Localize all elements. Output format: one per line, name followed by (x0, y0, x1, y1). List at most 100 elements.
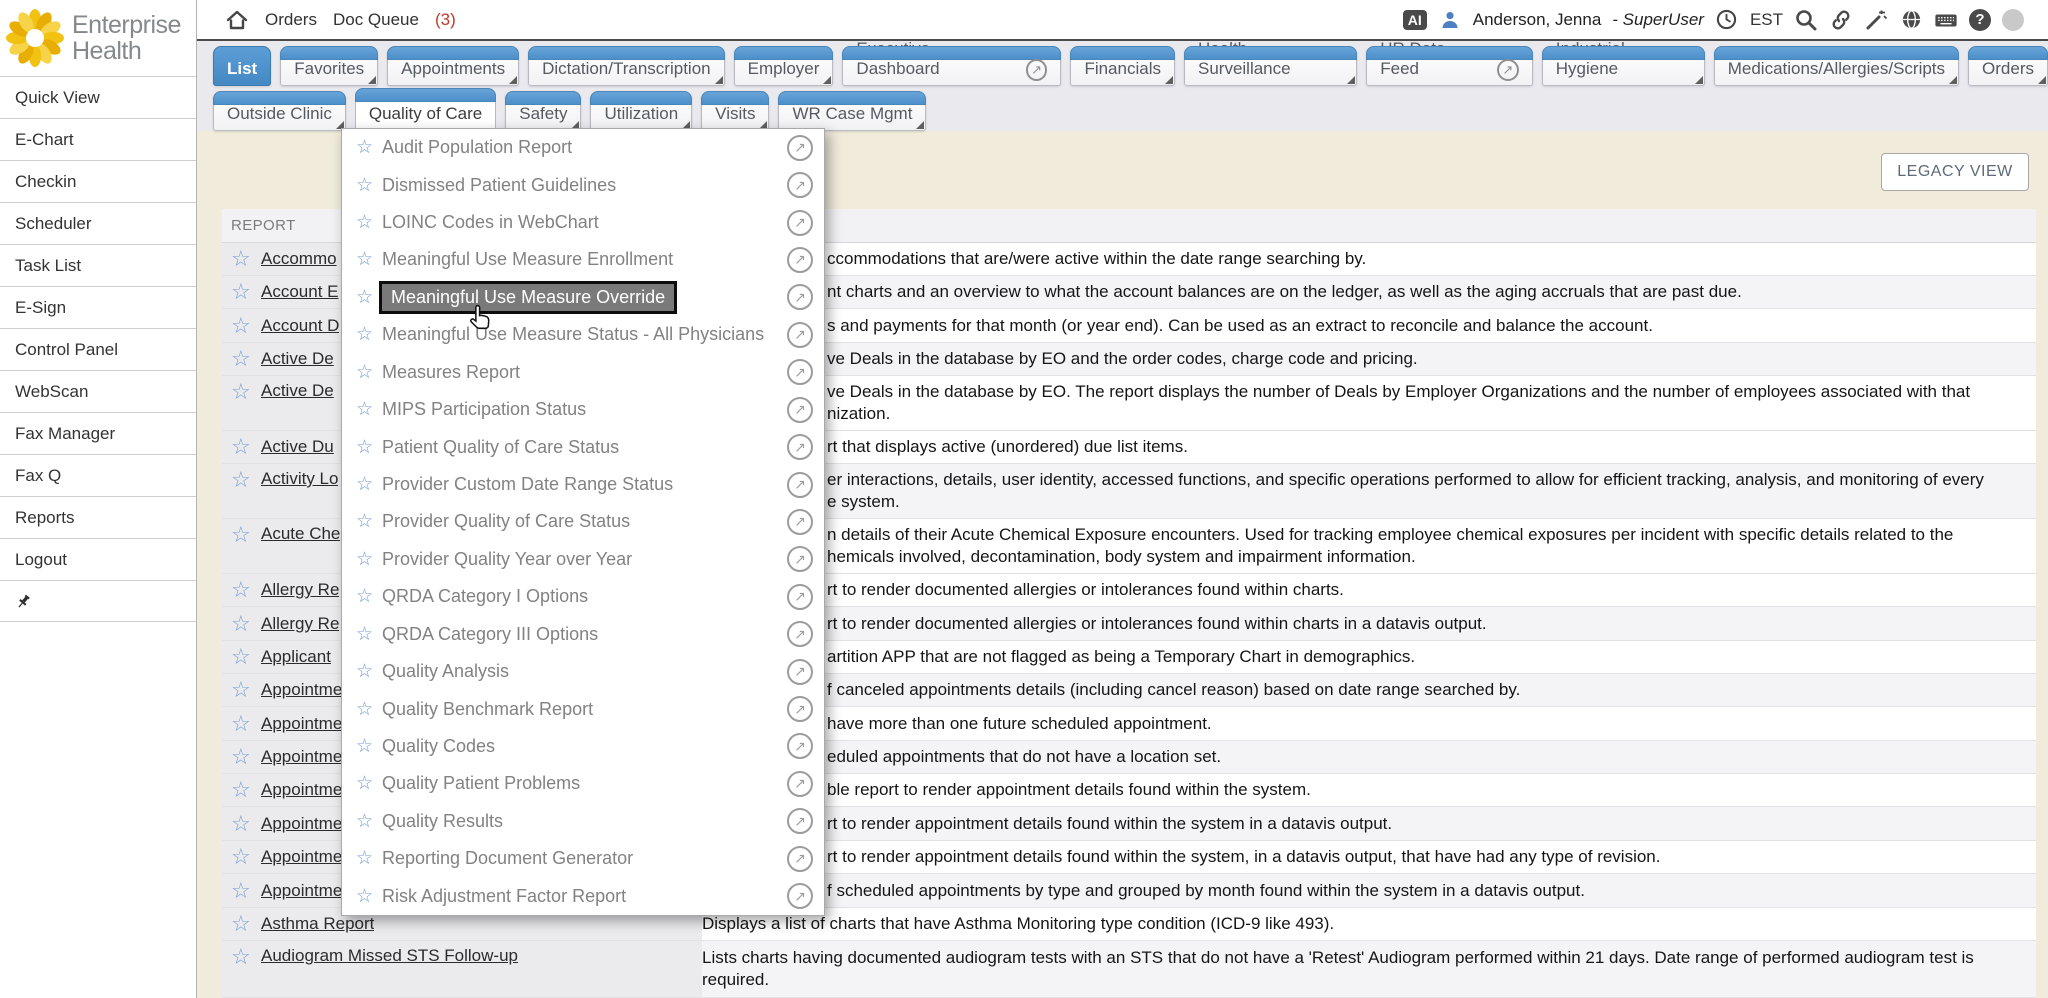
favorite-star-icon[interactable]: ☆ (356, 398, 382, 421)
favorite-star-icon[interactable]: ☆ (356, 772, 382, 795)
report-link[interactable]: Appointme (261, 881, 341, 901)
open-report-icon[interactable]: ↗ (787, 696, 813, 722)
ai-badge[interactable]: AI (1403, 10, 1427, 30)
favorite-star-icon[interactable]: ☆ (231, 746, 261, 768)
open-report-icon[interactable]: ↗ (787, 472, 813, 498)
sidebar-item-quick-view[interactable]: Quick View (0, 76, 196, 118)
menu-item-quality-results[interactable]: ☆Quality Results↗ (342, 803, 824, 840)
tab-dictation-transcription[interactable]: Dictation/Transcription (528, 46, 725, 86)
favorite-star-icon[interactable]: ☆ (231, 469, 261, 491)
report-link[interactable]: Account D (261, 316, 339, 336)
menu-item-loinc-codes-in-webchart[interactable]: ☆LOINC Codes in WebChart↗ (342, 204, 824, 241)
breadcrumb-orders[interactable]: Orders (265, 10, 317, 30)
favorite-star-icon[interactable]: ☆ (231, 646, 261, 668)
favorite-star-icon[interactable]: ☆ (356, 660, 382, 683)
open-report-icon[interactable]: ↗ (787, 733, 813, 759)
tab-executive-dashboard[interactable]: Executive Dashboard↗ (842, 46, 1061, 86)
favorite-star-icon[interactable]: ☆ (231, 779, 261, 801)
keyboard-icon[interactable] (1934, 8, 1958, 32)
sidebar-item-scheduler[interactable]: Scheduler (0, 202, 196, 244)
favorite-star-icon[interactable]: ☆ (231, 281, 261, 303)
sidebar-item-logout[interactable]: Logout (0, 538, 196, 580)
menu-item-quality-analysis[interactable]: ☆Quality Analysis↗ (342, 653, 824, 690)
report-link[interactable]: Active De (261, 381, 334, 401)
tab-utilization[interactable]: Utilization (590, 91, 692, 131)
report-link[interactable]: Audiogram Missed STS Follow-up (261, 946, 518, 966)
menu-item-meaningful-use-measure-status-all-physicians[interactable]: ☆Meaningful Use Measure Status - All Phy… (342, 316, 824, 353)
report-link[interactable]: Appointme (261, 780, 341, 800)
tab-financials[interactable]: Financials (1070, 46, 1175, 86)
menu-item-qrda-category-iii-options[interactable]: ☆QRDA Category III Options↗ (342, 615, 824, 652)
favorite-star-icon[interactable]: ☆ (231, 315, 261, 337)
tab-health-surveillance[interactable]: Health Surveillance (1184, 46, 1357, 86)
menu-item-provider-quality-of-care-status[interactable]: ☆Provider Quality of Care Status↗ (342, 503, 824, 540)
tab-quality-of-care[interactable]: Quality of Care (355, 88, 496, 131)
help-icon[interactable]: ? (1969, 9, 1991, 31)
open-report-icon[interactable]: ↗ (787, 284, 813, 310)
report-link[interactable]: Applicant (261, 647, 331, 667)
menu-item-quality-patient-problems[interactable]: ☆Quality Patient Problems↗ (342, 765, 824, 802)
open-report-icon[interactable]: ↗ (787, 808, 813, 834)
open-report-icon[interactable]: ↗ (787, 135, 813, 161)
report-link[interactable]: Allergy Re (261, 580, 339, 600)
favorite-star-icon[interactable]: ☆ (356, 248, 382, 271)
menu-item-audit-population-report[interactable]: ☆Audit Population Report↗ (342, 129, 824, 166)
favorite-star-icon[interactable]: ☆ (231, 248, 261, 270)
menu-item-dismissed-patient-guidelines[interactable]: ☆Dismissed Patient Guidelines↗ (342, 166, 824, 203)
open-report-icon[interactable]: ↗ (787, 172, 813, 198)
report-link[interactable]: Active De (261, 349, 334, 369)
sidebar-item-fax-manager[interactable]: Fax Manager (0, 412, 196, 454)
favorite-star-icon[interactable]: ☆ (356, 361, 382, 384)
menu-item-measures-report[interactable]: ☆Measures Report↗ (342, 354, 824, 391)
report-link[interactable]: Accommo (261, 249, 337, 269)
favorite-star-icon[interactable]: ☆ (356, 698, 382, 721)
sidebar-item-e-sign[interactable]: E-Sign (0, 286, 196, 328)
report-link[interactable]: Allergy Re (261, 614, 339, 634)
report-link[interactable]: Appointme (261, 747, 341, 767)
favorite-star-icon[interactable]: ☆ (231, 846, 261, 868)
sidebar-item-fax-q[interactable]: Fax Q (0, 454, 196, 496)
open-report-icon[interactable]: ↗ (787, 846, 813, 872)
open-report-icon[interactable]: ↗ (787, 659, 813, 685)
favorite-star-icon[interactable]: ☆ (356, 436, 382, 459)
report-link[interactable]: Acute Che (261, 524, 340, 544)
menu-item-provider-custom-date-range-status[interactable]: ☆Provider Custom Date Range Status↗ (342, 466, 824, 503)
favorite-star-icon[interactable]: ☆ (356, 473, 382, 496)
menu-item-qrda-category-i-options[interactable]: ☆QRDA Category I Options↗ (342, 578, 824, 615)
favorite-star-icon[interactable]: ☆ (356, 885, 382, 908)
favorite-star-icon[interactable]: ☆ (356, 585, 382, 608)
legacy-view-button[interactable]: LEGACY VIEW (1881, 153, 2029, 191)
open-report-icon[interactable]: ↗ (787, 509, 813, 535)
open-report-icon[interactable]: ↗ (787, 621, 813, 647)
favorite-star-icon[interactable]: ☆ (356, 211, 382, 234)
favorite-star-icon[interactable]: ☆ (356, 510, 382, 533)
favorite-star-icon[interactable]: ☆ (231, 436, 261, 458)
open-report-icon[interactable]: ↗ (787, 397, 813, 423)
favorite-star-icon[interactable]: ☆ (356, 623, 382, 646)
sidebar-item-reports[interactable]: Reports (0, 496, 196, 538)
favorite-star-icon[interactable]: ☆ (356, 136, 382, 159)
tab-medications-allergies-scripts[interactable]: Medications/Allergies/Scripts (1714, 46, 1959, 86)
favorite-star-icon[interactable]: ☆ (231, 348, 261, 370)
report-link[interactable]: Asthma Report (261, 914, 374, 934)
open-report-icon[interactable]: ↗ (787, 771, 813, 797)
favorite-star-icon[interactable]: ☆ (231, 613, 261, 635)
clock-icon[interactable] (1715, 8, 1739, 32)
menu-item-meaningful-use-measure-override[interactable]: ☆Meaningful Use Measure Override↗ (342, 279, 824, 316)
menu-item-patient-quality-of-care-status[interactable]: ☆Patient Quality of Care Status↗ (342, 428, 824, 465)
user-name[interactable]: Anderson, Jenna (1473, 10, 1602, 30)
favorite-star-icon[interactable]: ☆ (231, 679, 261, 701)
report-link[interactable]: Appointme (261, 814, 341, 834)
report-link[interactable]: Appointme (261, 680, 341, 700)
avatar[interactable] (2002, 9, 2024, 31)
sidebar-item-webscan[interactable]: WebScan (0, 370, 196, 412)
open-report-icon[interactable]: ↗ (787, 322, 813, 348)
sidebar-item-checkin[interactable]: Checkin (0, 160, 196, 202)
favorite-star-icon[interactable]: ☆ (231, 713, 261, 735)
tab-appointments[interactable]: Appointments (387, 46, 519, 86)
sidebar-item-task-list[interactable]: Task List (0, 244, 196, 286)
favorite-star-icon[interactable]: ☆ (231, 880, 261, 902)
report-link[interactable]: Appointme (261, 847, 341, 867)
favorite-star-icon[interactable]: ☆ (356, 847, 382, 870)
open-report-icon[interactable]: ↗ (787, 359, 813, 385)
